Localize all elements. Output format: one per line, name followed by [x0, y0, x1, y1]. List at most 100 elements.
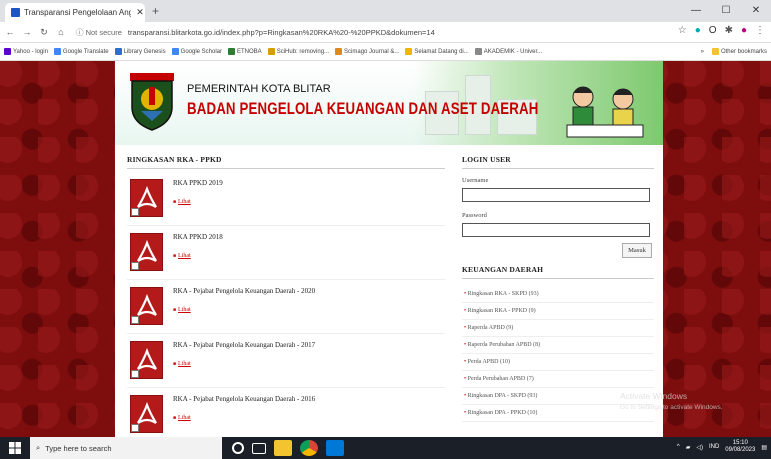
content-area: RINGKASAN RKA - PPKD RKA PPKD 2019 Lihat…	[115, 145, 663, 437]
bookmark-item[interactable]: AKADEMIK - Univer...	[474, 48, 542, 55]
view-document-link[interactable]: Lihat	[173, 361, 191, 367]
password-input[interactable]	[462, 222, 650, 237]
site-header-banner: PEMERINTAH KOTA BLITAR BADAN PENGELOLA K…	[115, 61, 663, 145]
back-icon[interactable]: ←	[3, 27, 17, 37]
document-title: RKA - Pejabat Pengelola Keuangan Daerah …	[173, 341, 316, 349]
bookmark-item[interactable]: Yahoo - login	[4, 48, 48, 55]
username-label: Username	[462, 177, 489, 184]
site-title: PEMERINTAH KOTA BLITAR	[187, 83, 331, 95]
scimago-icon	[335, 48, 343, 55]
password-label: Password	[462, 212, 487, 219]
url-field[interactable]: transparansi.blitarkota.go.id/index.php?…	[128, 28, 435, 37]
site-subtitle: BADAN PENGELOLA KEUANGAN DAN ASET DAERAH	[187, 99, 539, 118]
document-item: RKA - Pejabat Pengelola Keuangan Daerah …	[127, 284, 445, 334]
info-icon[interactable]: ⓘ Not secure	[76, 27, 122, 38]
extension-icon[interactable]: ●	[695, 25, 701, 36]
volume-icon[interactable]: ◁)	[696, 444, 703, 451]
document-title: RKA - Pejabat Pengelola Keuangan Daerah …	[173, 395, 316, 403]
bookmark-item[interactable]: Scimago Journal &...	[335, 48, 399, 55]
selamat-icon	[405, 48, 413, 55]
activate-windows-title: Activate Windows	[620, 391, 688, 401]
keuangan-link[interactable]: Perda APBD (10)	[462, 354, 654, 371]
browser-toolbar-icons: ☆ ● O ✱ ● ⋮	[678, 25, 765, 36]
sidebar: LOGIN USER Username Password Masuk KEUAN…	[462, 155, 654, 422]
star-icon[interactable]: ☆	[678, 25, 687, 36]
document-item: RKA - Pejabat Pengelola Keuangan Daerah …	[127, 338, 445, 388]
notification-icon[interactable]: ▤	[761, 444, 767, 451]
search-placeholder: Type here to search	[45, 443, 112, 453]
library-icon	[114, 48, 122, 55]
chevron-up-icon[interactable]: ^	[677, 444, 680, 450]
keuangan-link[interactable]: Ringkasan RKA - PPKD (9)	[462, 303, 654, 320]
keuangan-link[interactable]: Ringkasan RKA - SKPD (93)	[462, 286, 654, 303]
pdf-icon[interactable]	[130, 179, 163, 217]
document-item: RKA PPKD 2019 Lihat	[127, 176, 445, 226]
pdf-icon[interactable]	[130, 341, 163, 379]
browser-tab[interactable]: Transparansi Pengelolaan Anggar ✕	[5, 3, 145, 22]
opera-icon[interactable]: O	[709, 25, 717, 36]
cortana-icon[interactable]	[232, 442, 244, 454]
section-title: RINGKASAN RKA - PPKD	[127, 155, 445, 169]
view-document-link[interactable]: Lihat	[173, 415, 191, 421]
pdf-icon[interactable]	[130, 233, 163, 271]
pdf-icon[interactable]	[130, 287, 163, 325]
start-button[interactable]	[0, 437, 30, 459]
close-tab-icon[interactable]: ✕	[135, 7, 145, 18]
username-input[interactable]	[462, 187, 650, 202]
pdf-icon[interactable]	[130, 395, 163, 433]
forward-icon[interactable]: →	[20, 27, 34, 37]
menu-icon[interactable]: ⋮	[755, 25, 765, 36]
maximize-icon[interactable]: ☐	[711, 0, 741, 22]
bookmark-item[interactable]: ETNOBA	[228, 48, 262, 55]
close-window-icon[interactable]: ✕	[741, 0, 771, 22]
bookmark-item[interactable]: Google Scholar	[171, 48, 222, 55]
login-title: LOGIN USER	[462, 155, 654, 169]
city-logo	[130, 73, 174, 131]
bookmark-item[interactable]: Library Genesis	[114, 48, 166, 55]
windows-logo-icon	[9, 442, 21, 454]
taskbar-search[interactable]: ⌕ Type here to search	[30, 437, 222, 459]
web-page: PEMERINTAH KOTA BLITAR BADAN PENGELOLA K…	[0, 61, 771, 437]
store-icon[interactable]	[326, 440, 344, 456]
scihub-icon	[267, 48, 275, 55]
keuangan-link[interactable]: Perda Perubahan APBD (7)	[462, 371, 654, 388]
main-column: RINGKASAN RKA - PPKD RKA PPKD 2019 Lihat…	[127, 155, 445, 437]
login-button[interactable]: Masuk	[622, 243, 652, 258]
keuangan-link[interactable]: Raperda APBD (9)	[462, 320, 654, 337]
address-bar-row: ← → ↻ ⌂ ⓘ Not secure transparansi.blitar…	[0, 22, 771, 43]
chrome-icon[interactable]	[300, 440, 318, 456]
file-explorer-icon[interactable]	[274, 440, 292, 456]
new-tab-button[interactable]: +	[152, 4, 159, 18]
task-view-icon[interactable]	[252, 443, 266, 454]
taskbar-apps	[232, 440, 344, 456]
minimize-icon[interactable]: —	[681, 0, 711, 22]
children-reading-illustration	[566, 86, 644, 138]
system-tray: ^ ▰ ◁) IND 15:10 09/08/2023 ▤	[677, 440, 767, 454]
view-document-link[interactable]: Lihat	[173, 253, 191, 259]
reload-icon[interactable]: ↻	[37, 27, 51, 38]
windows-taskbar: ⌕ Type here to search ^ ▰ ◁) IND 15:10 0…	[0, 437, 771, 459]
document-title: RKA PPKD 2019	[173, 179, 223, 187]
bookmark-item[interactable]: Selamat Datang di...	[405, 48, 469, 55]
folder-icon	[711, 48, 719, 55]
other-bookmarks[interactable]: » Other bookmarks	[700, 48, 767, 55]
yahoo-icon	[4, 48, 11, 55]
window-controls: — ☐ ✕	[681, 0, 771, 22]
profile-icon[interactable]: ●	[741, 25, 747, 36]
bookmark-item[interactable]: SciHub: removing...	[267, 48, 329, 55]
language-indicator[interactable]: IND	[709, 444, 719, 450]
puzzle-icon[interactable]: ✱	[725, 25, 733, 36]
scholar-icon	[171, 48, 179, 55]
home-icon[interactable]: ⌂	[54, 27, 68, 37]
keuangan-link[interactable]: Raperda Perubahan APBD (8)	[462, 337, 654, 354]
view-document-link[interactable]: Lihat	[173, 199, 191, 205]
bookmark-item[interactable]: Google Translate	[53, 48, 109, 55]
document-item: RKA - Pejabat Pengelola Keuangan Daerah …	[127, 392, 445, 437]
clock[interactable]: 15:10 09/08/2023	[725, 440, 755, 454]
network-icon[interactable]: ▰	[686, 444, 691, 451]
view-document-link[interactable]: Lihat	[173, 307, 191, 313]
document-item: RKA PPKD 2018 Lihat	[127, 230, 445, 280]
document-title: RKA - Pejabat Pengelola Keuangan Daerah …	[173, 287, 316, 295]
security-status: Not secure	[85, 27, 122, 37]
etnoba-icon	[228, 48, 236, 55]
